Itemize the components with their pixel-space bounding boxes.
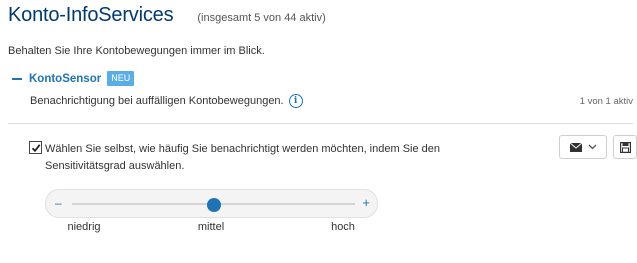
section-title: KontoSensor — [29, 72, 102, 85]
slider-thumb[interactable] — [206, 198, 221, 212]
floppy-disk-icon — [619, 141, 631, 153]
kontosensor-section-toggle[interactable]: KontoSensor NEU — [12, 71, 135, 86]
new-badge: NEU — [107, 71, 135, 86]
sensitivity-option-text: Wählen Sie selbst, wie häufig Sie benach… — [45, 143, 441, 172]
intro-text: Behalten Sie Ihre Kontobewegungen immer … — [8, 45, 265, 57]
section-description-row: Benachrichtigung bei auffälligen Kontobe… — [30, 94, 303, 108]
section-status: 1 von 1 aktiv — [579, 96, 633, 107]
sensitivity-slider[interactable]: – + — [45, 189, 378, 218]
active-count: (insgesamt 5 von 44 aktiv) — [197, 12, 326, 24]
collapse-icon — [12, 77, 22, 80]
divider — [8, 123, 633, 124]
page-header: Konto-InfoServices (insgesamt 5 von 44 a… — [8, 4, 326, 27]
section-description: Benachrichtigung bei auffälligen Kontobe… — [30, 95, 284, 107]
slider-decrease-button[interactable]: – — [55, 196, 62, 210]
info-icon[interactable]: i — [288, 94, 303, 108]
slider-label-medium: mittel — [197, 221, 225, 233]
envelope-icon — [569, 142, 582, 152]
notification-channel-dropdown[interactable] — [559, 135, 607, 159]
checkmark-icon — [31, 143, 40, 152]
slider-label-low: niedrig — [67, 221, 101, 233]
page-title: Konto-InfoServices — [8, 4, 174, 26]
sensitivity-checkbox[interactable] — [29, 141, 42, 154]
chevron-down-icon — [588, 144, 596, 150]
slider-label-high: hoch — [331, 221, 355, 233]
save-button[interactable] — [613, 135, 637, 159]
slider-increase-button[interactable]: + — [362, 195, 370, 210]
